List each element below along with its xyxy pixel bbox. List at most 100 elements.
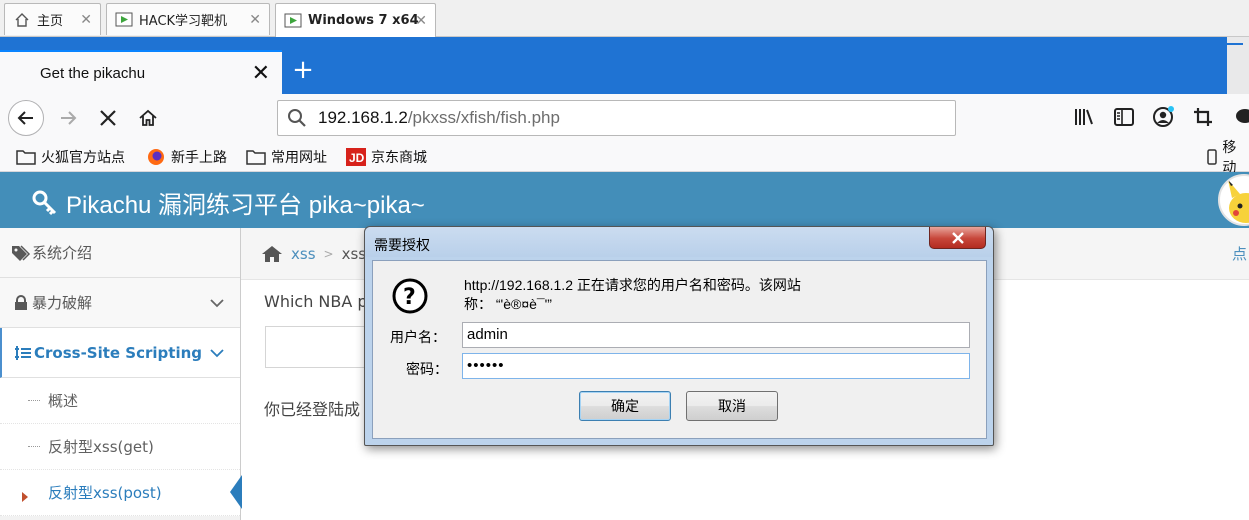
back-button[interactable] [8,100,44,136]
mobile-icon [1206,148,1217,166]
close-tab-icon[interactable]: ✕ [252,61,270,86]
vm-tab-label: Windows 7 x64 [308,13,419,28]
sidebar-subitem-label: 反射型xss(post) [48,484,162,502]
active-indicator [230,475,242,513]
home-icon [139,109,157,126]
sidebar: 系统介绍 暴力破解 Cross-Site Scripting 概述 反射型xss… [0,228,242,520]
vm-tab-home[interactable]: 主页 ✕ [4,3,101,35]
tags-icon [10,244,32,261]
list-icon [12,345,34,361]
close-icon [951,231,964,244]
auth-message: http://192.168.1.2 正在请求您的用户名和密码。该网站 称： “… [464,276,801,314]
browser-tab-title: Get the pikachu [40,64,146,82]
dialog-title: 需要授权 [374,238,430,254]
close-icon[interactable]: ✕ [249,12,261,28]
window-edge [1227,37,1249,94]
breadcrumb-link[interactable]: xss [291,245,316,263]
bookmarks-toolbar: 火狐官方站点 新手上路 常用网址 JD 京东商城 移动 [0,140,1249,176]
navigation-toolbar: 192.168.1.2/pkxss/xfish/fish.php [0,94,1249,142]
chevron-down-icon [210,344,224,362]
home-button[interactable] [130,100,166,136]
browser-tab[interactable]: Get the pikachu ✕ [0,50,282,94]
dialog-titlebar[interactable]: 需要授权 [365,227,993,257]
vm-tab-bar: 主页 ✕ HACK学习靶机 ✕ Windows 7 x64 ✕ [0,0,1249,37]
search-icon [288,109,306,127]
tree-connector [28,446,40,447]
breadcrumb-separator: > [323,246,334,261]
forward-arrow-icon [61,111,77,125]
login-status-text: 你已经登陆成 [264,400,361,419]
vm-tab-hack[interactable]: HACK学习靶机 ✕ [106,3,270,35]
vm-tab-label: 主页 [37,14,64,29]
vm-icon [284,12,302,30]
close-icon[interactable]: ✕ [415,13,427,29]
sidebar-item-label: 系统介绍 [32,244,93,262]
answer-input[interactable] [265,326,375,368]
sidebar-subitem-label: 概述 [48,392,79,410]
close-icon[interactable]: ✕ [80,12,92,28]
sidebar-toggle-icon[interactable] [1113,106,1135,128]
key-icon [32,190,58,216]
new-tab-button[interactable]: + [290,57,316,83]
jd-icon: JD [346,148,366,166]
bookmark-label: 火狐官方站点 [41,150,125,166]
account-icon[interactable] [1152,106,1174,128]
sidebar-subitem-overview[interactable]: 概述 [0,378,240,424]
hint-link[interactable]: 点 [1232,243,1247,264]
sidebar-subitem-xss-post[interactable]: 反射型xss(post) [0,470,242,516]
bookmark-label: 移动 [1222,140,1237,176]
breadcrumb-current: xss [341,244,367,263]
password-field[interactable]: •••••• [462,353,970,379]
url-bar[interactable]: 192.168.1.2/pkxss/xfish/fish.php [277,100,956,136]
screenshot-icon[interactable] [1192,106,1214,128]
home-icon[interactable] [261,245,283,263]
caret-right-icon [22,488,28,506]
chevron-down-icon [210,294,224,312]
folder-icon [16,148,36,166]
chat-icon[interactable] [1232,106,1249,128]
auth-message-line: 称： “'è®¤è¯'” [464,296,552,312]
sidebar-item-xss[interactable]: Cross-Site Scripting [0,328,240,378]
password-label: 密码： [406,362,448,378]
svg-text:?: ? [403,285,416,310]
bookmark-firefox-site[interactable]: 火狐官方站点 [16,146,125,168]
bookmark-mobile[interactable]: 移动 [1206,140,1249,176]
tree-connector [28,400,40,401]
forward-button[interactable] [50,100,86,136]
home-icon [13,11,31,29]
username-label: 用户名： [390,330,446,346]
avatar[interactable] [1218,174,1249,226]
svg-text:JD: JD [349,151,365,165]
bookmark-getting-started[interactable]: 新手上路 [146,146,227,168]
sidebar-item-system-intro[interactable]: 系统介绍 [0,228,240,278]
firefox-icon [146,148,166,166]
username-field[interactable]: admin [462,322,970,348]
sidebar-item-label: 暴力破解 [32,294,93,312]
back-arrow-icon [17,111,33,125]
site-brand[interactable]: Pikachu 漏洞练习平台 pika~pika~ [32,185,425,220]
site-header: Pikachu 漏洞练习平台 pika~pika~ [0,172,1249,228]
sidebar-item-label: Cross-Site Scripting [34,343,203,362]
cancel-button[interactable]: 取消 [686,391,778,421]
vm-icon [115,11,133,29]
site-title: Pikachu 漏洞练习平台 pika~pika~ [66,192,425,219]
stop-button[interactable] [90,100,126,136]
sidebar-item-brute-force[interactable]: 暴力破解 [0,278,240,328]
lock-icon [10,294,32,311]
folder-icon [246,148,266,166]
auth-dialog: 需要授权 ? http://192.168.1.2 正在请求您的用户名和密码。该… [364,226,994,446]
auth-message-line: http://192.168.1.2 正在请求您的用户名和密码。该网站 [464,277,801,293]
sidebar-subitem-xss-get[interactable]: 反射型xss(get) [0,424,240,470]
close-button[interactable] [929,227,986,249]
sidebar-subitem-label: 反射型xss(get) [48,438,154,456]
vm-tab-label: HACK学习靶机 [139,14,228,29]
library-icon[interactable] [1073,106,1095,128]
vm-tab-win7[interactable]: Windows 7 x64 ✕ [275,3,436,37]
question-icon: ? [391,277,429,315]
bookmark-jd[interactable]: JD 京东商城 [346,146,427,168]
stop-icon [100,110,116,126]
bookmark-label: 常用网址 [271,150,327,166]
ok-button[interactable]: 确定 [579,391,671,421]
bookmark-label: 京东商城 [371,150,427,166]
bookmark-common-sites[interactable]: 常用网址 [246,146,327,168]
